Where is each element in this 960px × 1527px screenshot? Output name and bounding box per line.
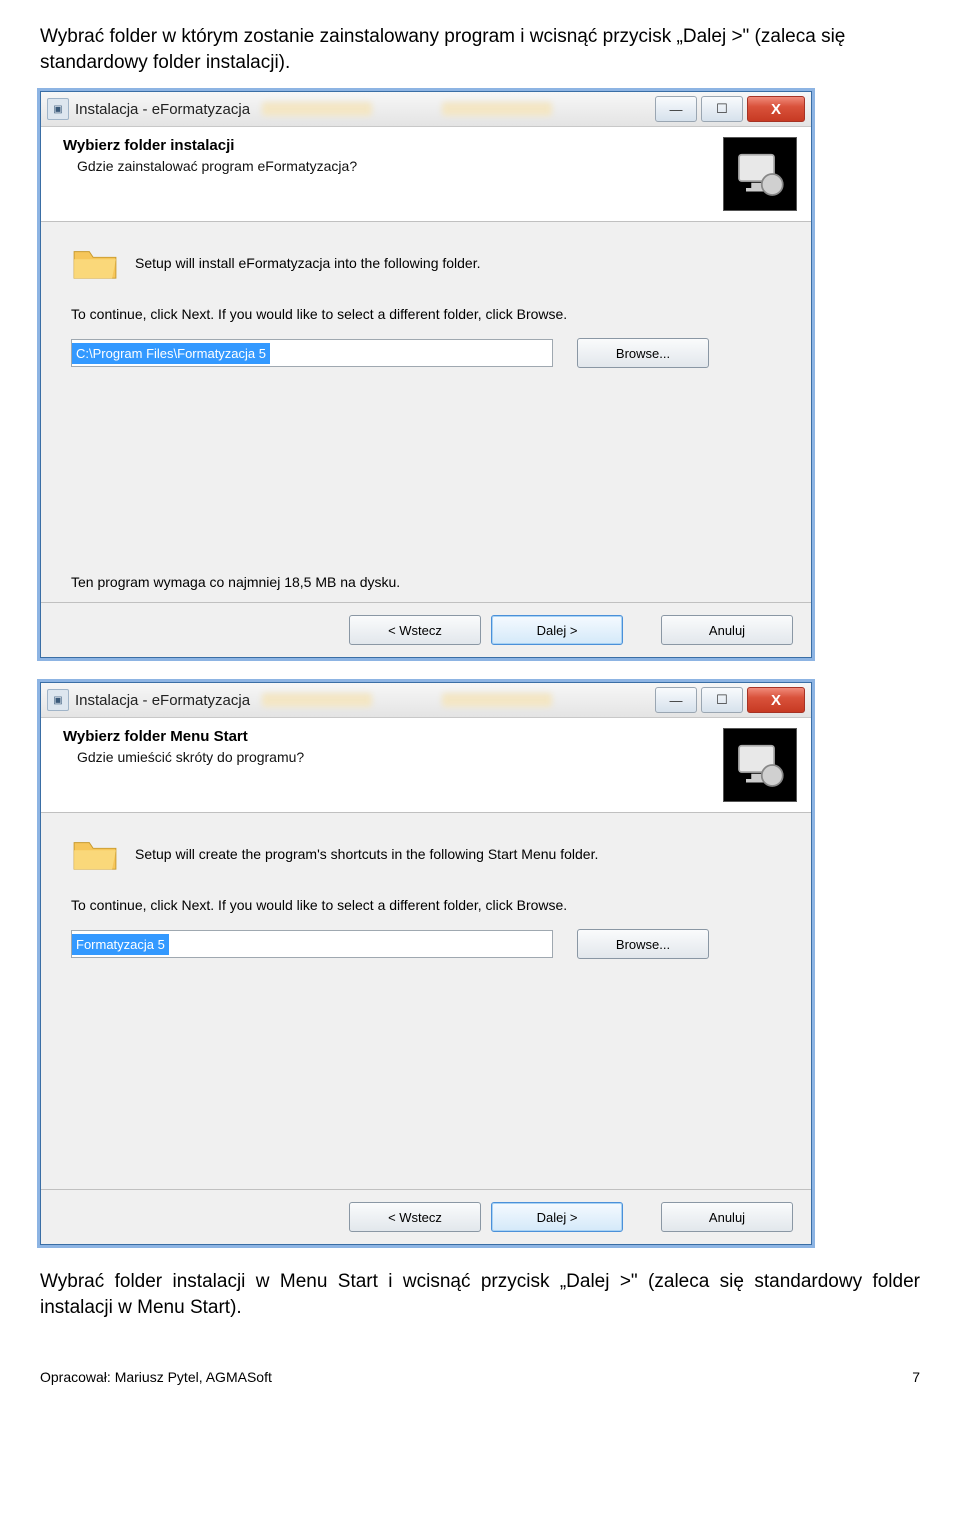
install-message: Setup will create the program's shortcut… bbox=[135, 846, 598, 862]
install-message: Setup will install eFormatyzacja into th… bbox=[135, 255, 481, 271]
install-path-input[interactable]: C:\Program Files\Formatyzacja 5 bbox=[71, 339, 553, 367]
wizard-footer: < Wstecz Dalej > Anuluj bbox=[41, 1189, 811, 1244]
wizard-subtitle: Gdzie zainstalować program eFormatyzacja… bbox=[77, 158, 723, 174]
back-button[interactable]: < Wstecz bbox=[349, 615, 481, 645]
folder-icon bbox=[71, 244, 119, 282]
startmenu-path-value: Formatyzacja 5 bbox=[72, 934, 169, 955]
app-icon: ▣ bbox=[47, 689, 69, 711]
minimize-button[interactable]: — bbox=[655, 687, 697, 713]
cancel-button[interactable]: Anuluj bbox=[661, 615, 793, 645]
monitor-icon bbox=[723, 728, 797, 802]
folder-icon bbox=[71, 835, 119, 873]
browse-button[interactable]: Browse... bbox=[577, 338, 709, 368]
next-button[interactable]: Dalej > bbox=[491, 1202, 623, 1232]
footer-page-number: 7 bbox=[912, 1369, 920, 1385]
page-footer: Opracował: Mariusz Pytel, AGMASoft 7 bbox=[40, 1361, 920, 1385]
continue-message: To continue, click Next. If you would li… bbox=[71, 306, 781, 322]
maximize-button[interactable]: ☐ bbox=[701, 96, 743, 122]
next-button[interactable]: Dalej > bbox=[491, 615, 623, 645]
cancel-button[interactable]: Anuluj bbox=[661, 1202, 793, 1232]
continue-message: To continue, click Next. If you would li… bbox=[71, 897, 781, 913]
wizard-title: Wybierz folder instalacji bbox=[63, 137, 723, 154]
monitor-icon bbox=[723, 137, 797, 211]
wizard-footer: < Wstecz Dalej > Anuluj bbox=[41, 602, 811, 657]
install-path-value: C:\Program Files\Formatyzacja 5 bbox=[72, 343, 270, 364]
disk-requirement: Ten program wymaga co najmniej 18,5 MB n… bbox=[71, 574, 781, 590]
window-title: Instalacja - eFormatyzacja bbox=[75, 101, 250, 118]
wizard-body: Setup will install eFormatyzacja into th… bbox=[41, 222, 811, 602]
blurred-area bbox=[262, 102, 552, 116]
minimize-button[interactable]: — bbox=[655, 96, 697, 122]
installer-window-1: ▣ Instalacja - eFormatyzacja — ☐ X Wybie… bbox=[40, 91, 812, 658]
wizard-subtitle: Gdzie umieścić skróty do programu? bbox=[77, 749, 723, 765]
startmenu-path-input[interactable]: Formatyzacja 5 bbox=[71, 930, 553, 958]
wizard-title: Wybierz folder Menu Start bbox=[63, 728, 723, 745]
app-icon: ▣ bbox=[47, 98, 69, 120]
close-button[interactable]: X bbox=[747, 96, 805, 122]
back-button[interactable]: < Wstecz bbox=[349, 1202, 481, 1232]
footer-author: Opracował: Mariusz Pytel, AGMASoft bbox=[40, 1369, 272, 1385]
wizard-header: Wybierz folder instalacji Gdzie zainstal… bbox=[41, 127, 811, 222]
installer-window-2: ▣ Instalacja - eFormatyzacja — ☐ X Wybie… bbox=[40, 682, 812, 1245]
maximize-button[interactable]: ☐ bbox=[701, 687, 743, 713]
paragraph-1: Wybrać folder w którym zostanie zainstal… bbox=[40, 24, 920, 75]
browse-button[interactable]: Browse... bbox=[577, 929, 709, 959]
titlebar: ▣ Instalacja - eFormatyzacja — ☐ X bbox=[41, 92, 811, 127]
titlebar: ▣ Instalacja - eFormatyzacja — ☐ X bbox=[41, 683, 811, 718]
close-button[interactable]: X bbox=[747, 687, 805, 713]
paragraph-2: Wybrać folder instalacji w Menu Start i … bbox=[40, 1269, 920, 1320]
blurred-area bbox=[262, 693, 552, 707]
wizard-header: Wybierz folder Menu Start Gdzie umieścić… bbox=[41, 718, 811, 813]
wizard-body: Setup will create the program's shortcut… bbox=[41, 813, 811, 1189]
window-title: Instalacja - eFormatyzacja bbox=[75, 692, 250, 709]
